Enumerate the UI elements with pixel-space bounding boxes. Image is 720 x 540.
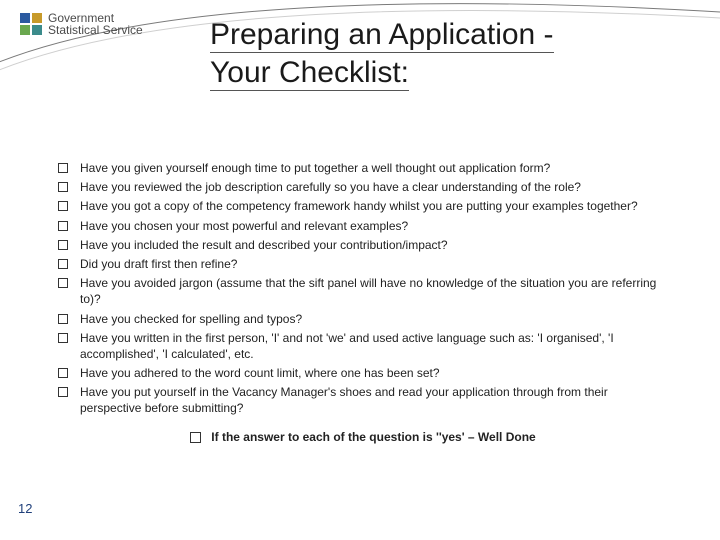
list-item-text: Have you checked for spelling and typos? — [80, 311, 668, 327]
checkbox-icon — [58, 163, 68, 173]
list-item-text: Have you given yourself enough time to p… — [80, 160, 668, 176]
checkbox-icon — [58, 278, 68, 288]
list-item-text: Have you avoided jargon (assume that the… — [80, 275, 668, 307]
list-item: Did you draft first then refine? — [58, 256, 668, 272]
list-item-text: Have you put yourself in the Vacancy Man… — [80, 384, 668, 416]
conclusion: If the answer to each of the question is… — [58, 430, 668, 444]
conclusion-text: If the answer to each of the question is… — [211, 430, 535, 444]
checkbox-icon — [58, 387, 68, 397]
title-line2: Your Checklist: — [210, 56, 409, 91]
list-item: Have you checked for spelling and typos? — [58, 311, 668, 327]
slide: Government Statistical Service Preparing… — [0, 0, 720, 540]
brand-logo: Government Statistical Service — [20, 12, 143, 36]
logo-line2: Statistical Service — [48, 24, 143, 36]
list-item-text: Have you reviewed the job description ca… — [80, 179, 668, 195]
list-item: Have you included the result and describ… — [58, 237, 668, 253]
checkbox-icon — [58, 368, 68, 378]
list-item-text: Have you adhered to the word count limit… — [80, 365, 668, 381]
checkbox-icon — [58, 259, 68, 269]
checkbox-icon — [58, 221, 68, 231]
checkbox-icon — [58, 201, 68, 211]
list-item: Have you avoided jargon (assume that the… — [58, 275, 668, 307]
list-item: Have you written in the first person, 'I… — [58, 330, 668, 362]
list-item: Have you adhered to the word count limit… — [58, 365, 668, 381]
list-item: Have you got a copy of the competency fr… — [58, 198, 668, 214]
page-title: Preparing an Application - Your Checklis… — [210, 16, 690, 91]
logo-mark — [20, 13, 42, 35]
title-line1: Preparing an Application - — [210, 18, 554, 53]
checkbox-icon — [58, 314, 68, 324]
list-item: Have you reviewed the job description ca… — [58, 179, 668, 195]
logo-text: Government Statistical Service — [48, 12, 143, 36]
list-item-text: Did you draft first then refine? — [80, 256, 668, 272]
list-item-text: Have you included the result and describ… — [80, 237, 668, 253]
checkbox-icon — [190, 432, 201, 443]
checkbox-icon — [58, 333, 68, 343]
checklist: Have you given yourself enough time to p… — [58, 160, 668, 420]
list-item-text: Have you chosen your most powerful and r… — [80, 218, 668, 234]
checkbox-icon — [58, 182, 68, 192]
list-item: Have you chosen your most powerful and r… — [58, 218, 668, 234]
list-item: Have you given yourself enough time to p… — [58, 160, 668, 176]
page-number: 12 — [18, 501, 32, 516]
list-item: Have you put yourself in the Vacancy Man… — [58, 384, 668, 416]
list-item-text: Have you written in the first person, 'I… — [80, 330, 668, 362]
list-item-text: Have you got a copy of the competency fr… — [80, 198, 668, 214]
checkbox-icon — [58, 240, 68, 250]
